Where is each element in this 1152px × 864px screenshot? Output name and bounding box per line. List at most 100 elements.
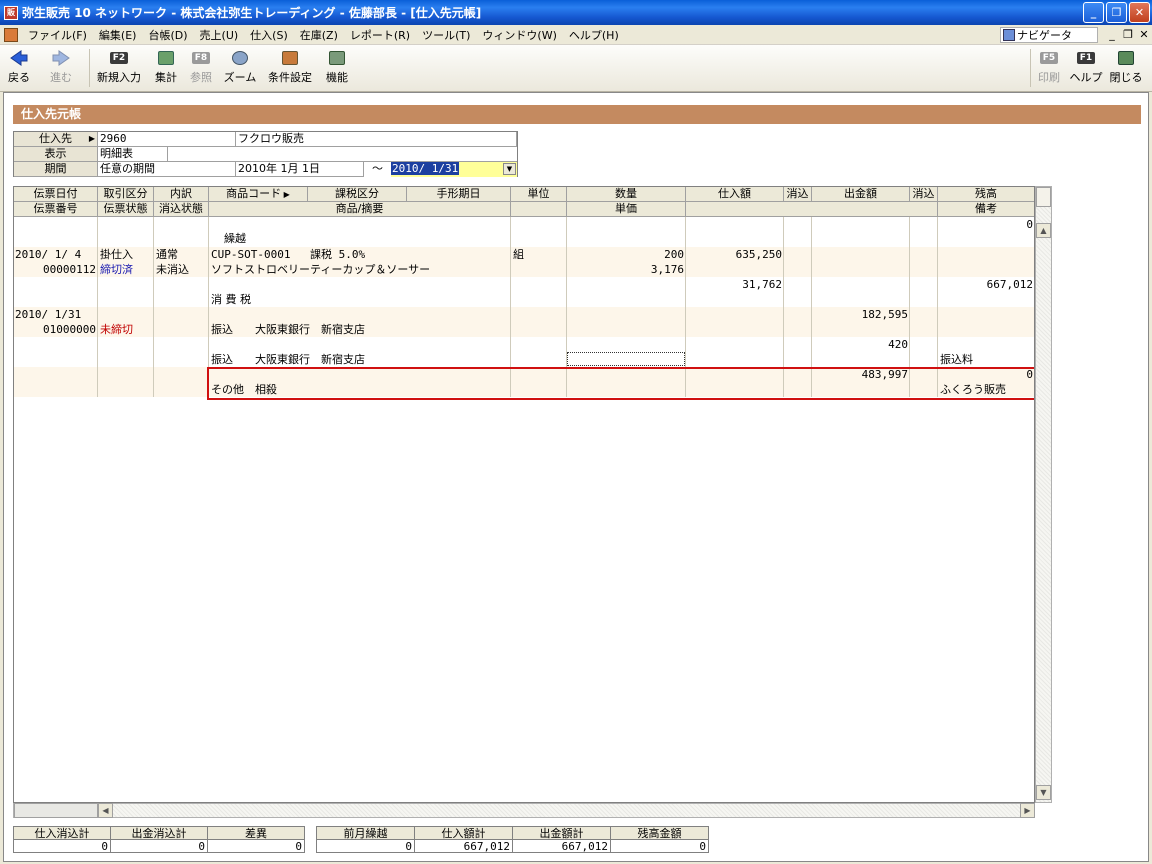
col-header-payment[interactable]: 出金額	[812, 187, 910, 202]
col-header-clear2[interactable]: 消込	[910, 187, 938, 202]
r2-slip: 01000000	[43, 323, 96, 336]
mdi-restore-button[interactable]: ❐	[1120, 28, 1136, 41]
col-header-price[interactable]: 単価	[567, 202, 686, 217]
col-header-quantity[interactable]: 数量	[567, 187, 686, 202]
menu-sales[interactable]: 売上(U)	[194, 27, 245, 43]
window-title: 弥生販売 10 ネットワーク - 株式会社弥生トレーディング - 佐藤部長 - …	[22, 6, 482, 20]
col-header-date[interactable]: 伝票日付	[14, 187, 98, 202]
scroll-corner	[1036, 187, 1051, 207]
menu-tools[interactable]: ツール(T)	[416, 27, 476, 43]
functions-button[interactable]: 機能	[322, 47, 352, 89]
print-button[interactable]: F5 印刷	[1034, 47, 1064, 89]
back-button[interactable]: 戻る	[4, 47, 34, 89]
col-header-tax[interactable]: 課税区分	[308, 187, 407, 202]
menu-bar: ファイル(F) 編集(E) 台帳(D) 売上(U) 仕入(S) 在庫(Z) レポ…	[0, 25, 1152, 45]
aggregate-button[interactable]: 集計	[152, 47, 180, 89]
menu-purchase[interactable]: 仕入(S)	[244, 27, 294, 43]
col-header-clear1[interactable]: 消込	[784, 187, 812, 202]
menu-help[interactable]: ヘルプ(H)	[563, 27, 625, 43]
col-header-purchase[interactable]: 仕入額	[686, 187, 784, 202]
period-type-field[interactable]: 任意の期間	[98, 162, 236, 177]
menu-edit[interactable]: 編集(E)	[93, 27, 143, 43]
payment-total-label: 出金額計	[512, 826, 611, 840]
table-row[interactable]	[14, 217, 1034, 247]
balance-label: 残高金額	[610, 826, 709, 840]
maximize-button[interactable]: ❐	[1106, 2, 1127, 23]
r1-unit: 組	[513, 248, 524, 261]
page-title: 仕入先元帳	[13, 105, 1141, 124]
navigator-button[interactable]: ナビゲータ	[1000, 26, 1098, 43]
purchase-cleared-label: 仕入消込計	[13, 826, 111, 840]
f1-key-icon: F1	[1076, 52, 1096, 64]
supplier-code-field[interactable]: 2960	[98, 132, 236, 147]
scroll-left-button[interactable]: ◀	[98, 803, 113, 818]
purchase-cleared-value: 0	[13, 839, 111, 853]
tax-label: 消 費 税	[211, 293, 251, 306]
close-button[interactable]: 閉じる	[1107, 47, 1145, 89]
chevron-down-icon[interactable]: ▼	[503, 163, 516, 175]
arrow-left-icon	[10, 50, 28, 66]
toolbar-separator	[1030, 49, 1031, 87]
conditions-button[interactable]: 条件設定	[263, 47, 317, 89]
payment-cleared-value: 0	[110, 839, 208, 853]
menu-ledger[interactable]: 台帳(D)	[142, 27, 193, 43]
new-entry-button[interactable]: F2 新規入力	[93, 47, 145, 89]
reference-button[interactable]: F8 参照	[187, 47, 215, 89]
scroll-right-button[interactable]: ▶	[1020, 803, 1035, 818]
r2-payment: 182,595	[861, 308, 908, 321]
menu-file[interactable]: ファイル(F)	[22, 27, 93, 43]
navigator-label: ナビゲータ	[1017, 28, 1072, 42]
focused-cell[interactable]	[567, 352, 685, 366]
f2-key-icon: F2	[109, 52, 129, 64]
col-header-item[interactable]: 商品/摘要	[209, 202, 511, 217]
display-field[interactable]: 明細表	[98, 147, 168, 162]
scroll-up-button[interactable]: ▲	[1036, 223, 1051, 238]
forward-button[interactable]: 進む	[46, 47, 76, 89]
r1-item: ソフトストロベリーティーカップ＆ソーサー	[211, 263, 431, 276]
ledger-window: 仕入先元帳 仕入先 ▶ 2960 フクロウ販売 表示 明細表 期間 任意の期間 2…	[3, 92, 1149, 862]
col-header-clear-status[interactable]: 消込状態	[154, 202, 209, 217]
help-button[interactable]: F1 ヘルプ	[1069, 47, 1103, 89]
period-from-field[interactable]: 2010年 1月 1日	[236, 162, 364, 177]
r1-qty: 200	[664, 248, 684, 261]
col-header-note[interactable]: 備考	[938, 202, 1034, 217]
col-header-breakdown[interactable]: 内訳	[154, 187, 209, 202]
col-header-blank	[511, 202, 567, 217]
ledger-grid: 伝票日付 取引区分 内訳 商品コード ▶ 課税区分 手形期日 単位 数量 仕入額…	[13, 186, 1035, 803]
zoom-button[interactable]: ズーム	[222, 47, 258, 89]
col-header-type[interactable]: 取引区分	[98, 187, 154, 202]
col-header-slip-status[interactable]: 伝票状態	[98, 202, 154, 217]
r1-type: 掛仕入	[100, 248, 133, 261]
col-header-balance[interactable]: 残高	[938, 187, 1034, 202]
scroll-down-button[interactable]: ▼	[1036, 785, 1051, 800]
col-header-slip-no[interactable]: 伝票番号	[14, 202, 98, 217]
menu-window[interactable]: ウィンドウ(W)	[476, 27, 562, 43]
carry-label: 繰越	[224, 232, 246, 245]
mdi-minimize-button[interactable]: _	[1104, 28, 1120, 41]
carry-balance: 0	[1026, 218, 1033, 231]
settings-icon	[282, 51, 298, 65]
r1-price: 3,176	[650, 263, 684, 276]
col-header-code[interactable]: 商品コード ▶	[209, 187, 308, 202]
minimize-button[interactable]: _	[1083, 2, 1104, 23]
col-header-bill-date[interactable]: 手形期日	[407, 187, 511, 202]
document-icon[interactable]	[4, 27, 18, 42]
period-to-field[interactable]: 2010/ 1/31 ▼	[391, 162, 517, 177]
menu-report[interactable]: レポート(R)	[344, 27, 416, 43]
horizontal-scrollbar[interactable]: ◀ ▶	[13, 803, 1035, 818]
close-window-button[interactable]: ✕	[1129, 2, 1150, 23]
vertical-scrollbar[interactable]: ▲ ▼	[1035, 186, 1052, 803]
col-header-unit[interactable]: 単位	[511, 187, 567, 202]
purchase-total-value: 667,012	[414, 839, 513, 853]
menu-inventory[interactable]: 在庫(Z)	[294, 27, 344, 43]
mdi-close-button[interactable]: ✕	[1136, 28, 1152, 41]
display-label: 表示	[14, 147, 98, 162]
table-row[interactable]	[14, 277, 1034, 307]
exit-icon	[1118, 51, 1134, 65]
period-separator: ～	[364, 162, 391, 177]
supplier-label: 仕入先 ▶	[14, 132, 98, 147]
f8-key-icon: F8	[191, 52, 211, 64]
app-icon: 販	[4, 5, 18, 20]
toolbar-separator	[89, 49, 90, 87]
selected-row-highlight	[207, 367, 1034, 400]
